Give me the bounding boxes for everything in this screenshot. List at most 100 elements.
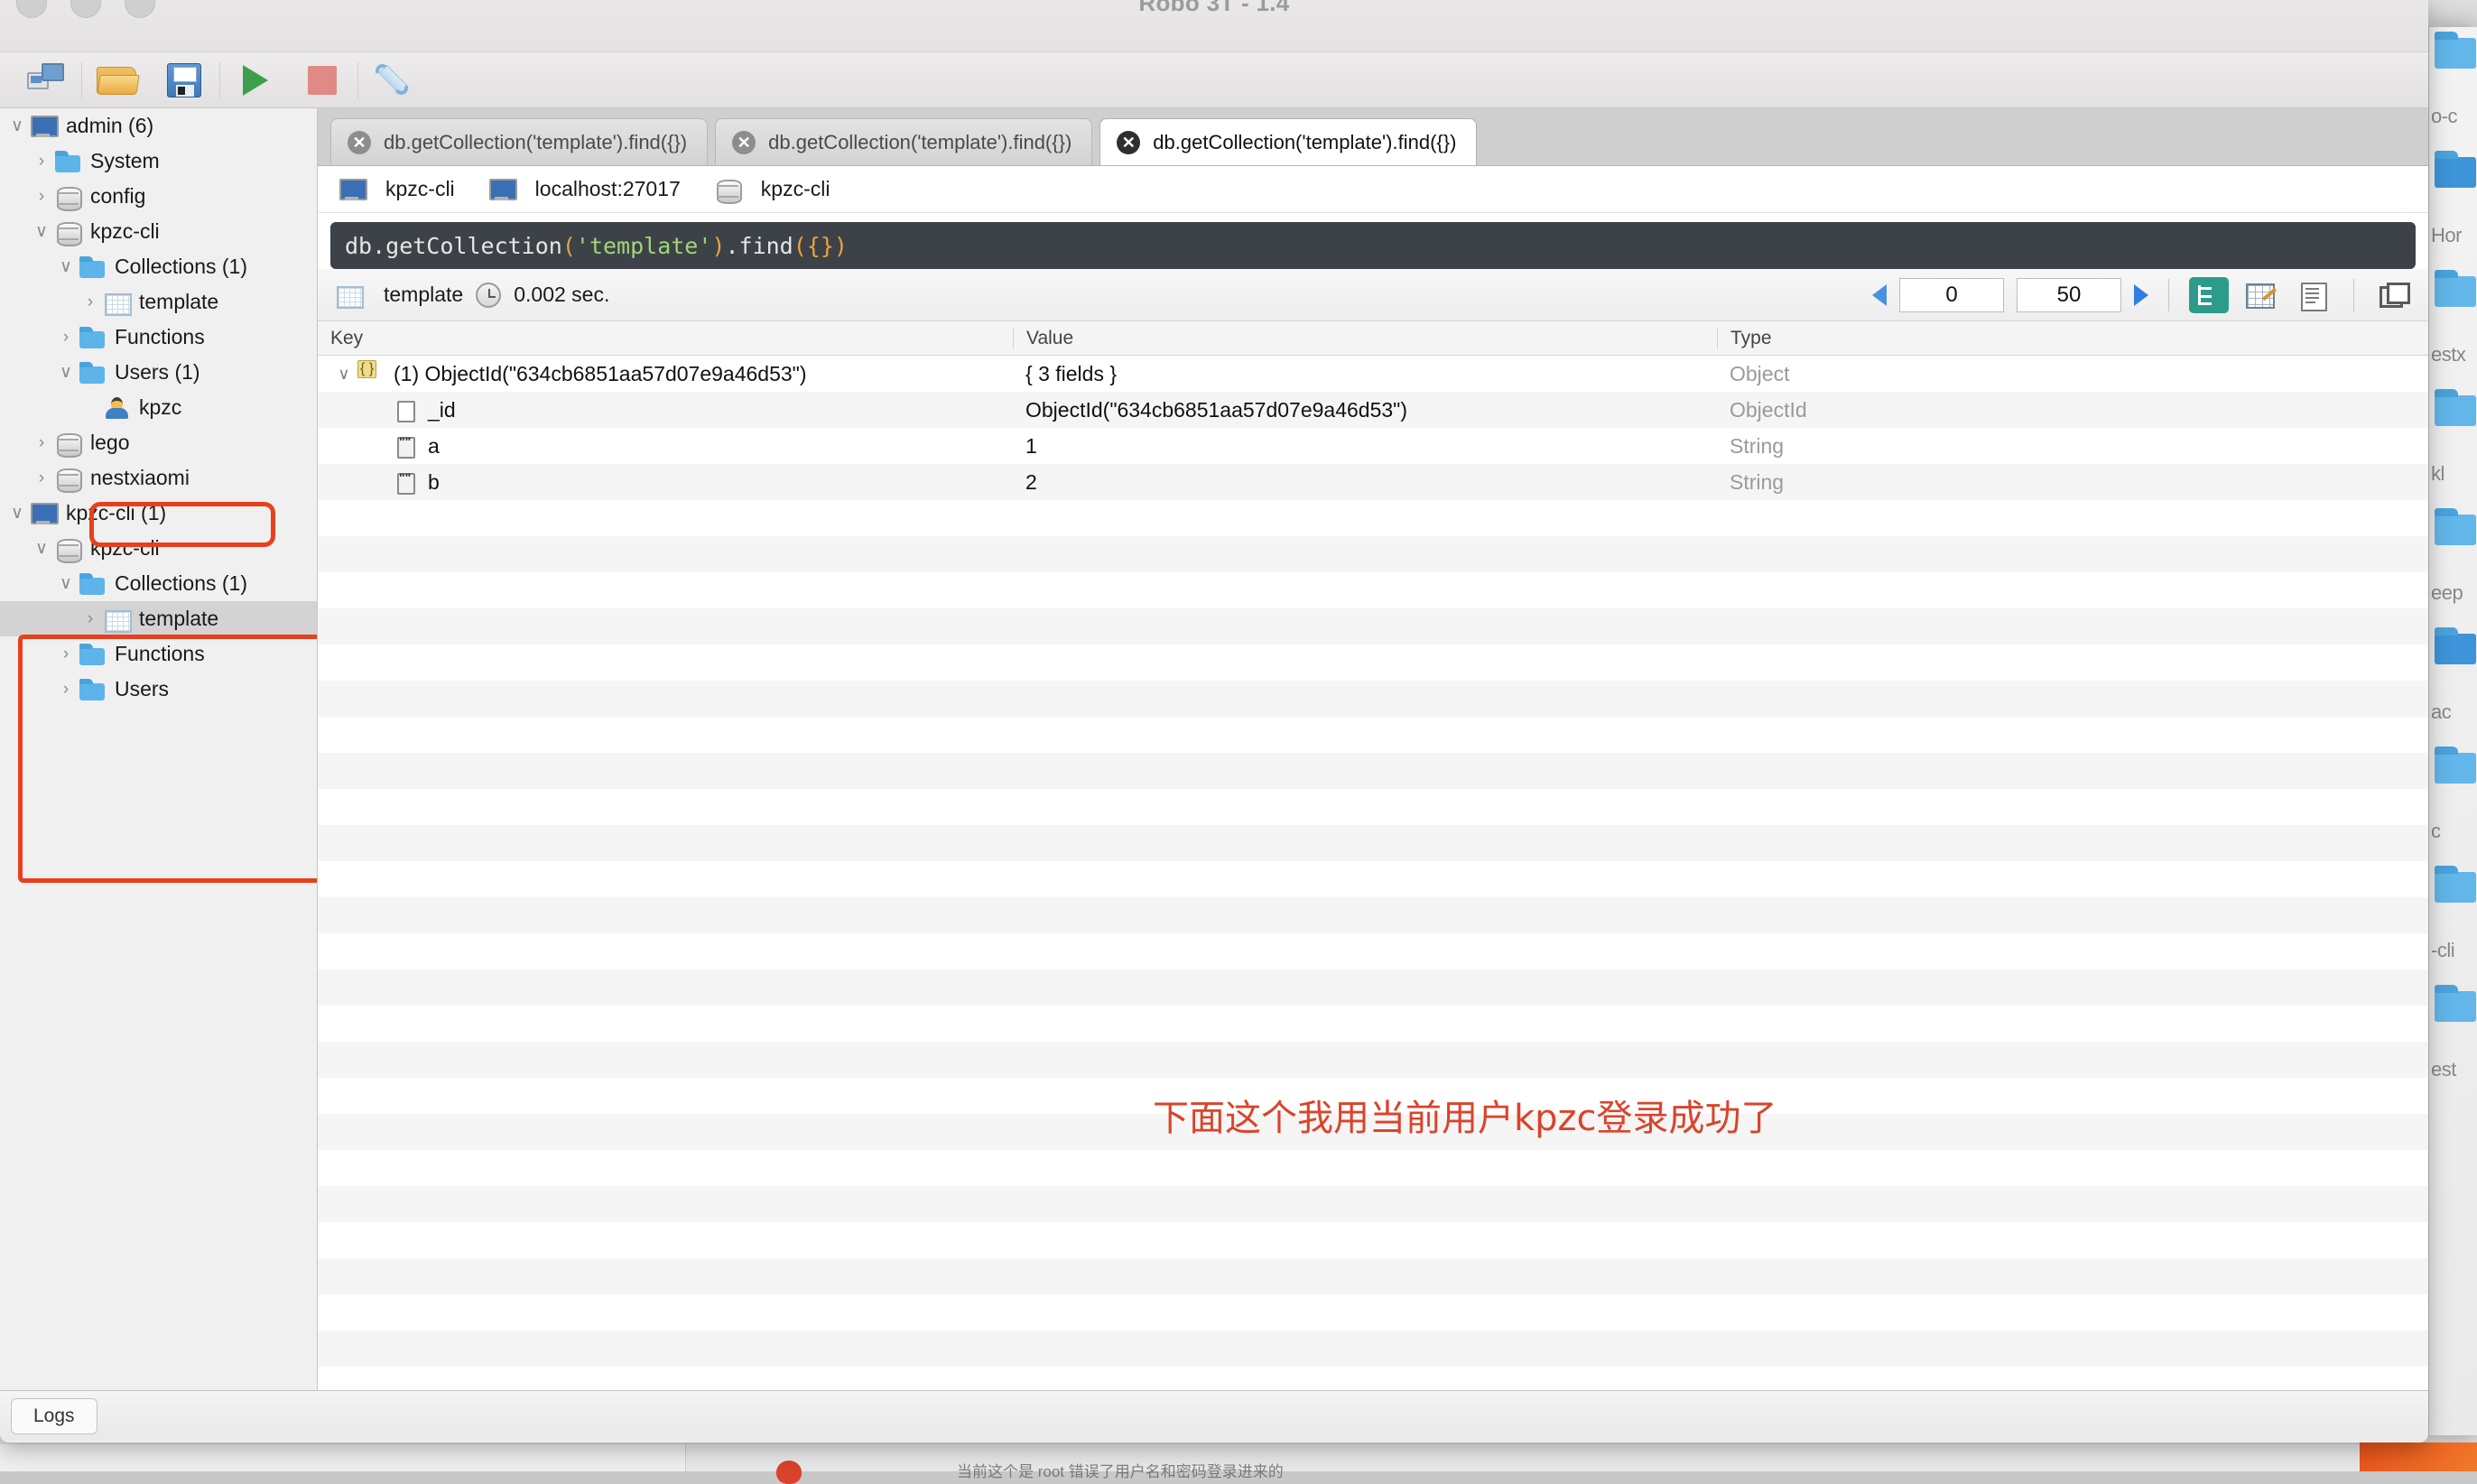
page-start-input[interactable]: 0 — [1899, 278, 2004, 312]
column-header-key[interactable]: Key — [318, 328, 1013, 349]
empty-result-row — [318, 861, 2428, 897]
tree-node-collections-1[interactable]: ∨Collections (1) — [0, 249, 317, 284]
main-split: ∨admin (6)›System›config∨kpzc-cli∨Collec… — [0, 108, 2428, 1390]
tree-node-nestxiaomi[interactable]: ›nestxiaomi — [0, 460, 317, 496]
chevron-right-icon[interactable]: › — [79, 609, 102, 629]
tree-node-users-1[interactable]: ∨Users (1) — [0, 355, 317, 390]
result-key-label: _id — [428, 398, 456, 422]
query-tab-2[interactable]: ✕db.getCollection('template').find({}) — [715, 118, 1092, 165]
logs-button[interactable]: Logs — [11, 1398, 97, 1434]
chevron-right-icon[interactable]: › — [54, 645, 78, 664]
result-row[interactable]: b2String — [318, 464, 2428, 500]
maximize-button[interactable] — [2374, 277, 2414, 313]
chevron-right-icon[interactable]: › — [30, 468, 53, 488]
background-window-right[interactable]: o-c Hor estx kl eep ac c -cli est — [2428, 27, 2477, 1435]
tree-node-users[interactable]: ›Users — [0, 672, 317, 707]
chevron-down-icon[interactable]: ∨ — [54, 573, 78, 594]
database-icon — [53, 467, 82, 490]
connection-name-item[interactable]: kpzc-cli — [338, 177, 455, 201]
folder-icon — [2435, 753, 2476, 784]
table-view-button[interactable] — [2241, 277, 2281, 313]
previous-page-button[interactable] — [1872, 284, 1887, 306]
query-editor[interactable]: db.getCollection('template').find({}) — [330, 222, 2416, 269]
tree-node-system[interactable]: ›System — [0, 144, 317, 179]
tree-node-kpzc-cli[interactable]: ∨kpzc-cli — [0, 214, 317, 249]
result-row[interactable]: a1String — [318, 428, 2428, 464]
chevron-right-icon[interactable]: › — [79, 292, 102, 312]
chevron-down-icon[interactable]: ∨ — [330, 365, 357, 384]
result-table[interactable]: Key Value Type ∨(1) ObjectId("634cb6851a… — [318, 321, 2428, 1390]
tree-node-config[interactable]: ›config — [0, 179, 317, 214]
background-bottom-text: 当前这个是 root 错误了用户名和密码登录进来的 — [957, 1459, 1284, 1481]
tree-node-admin-6[interactable]: ∨admin (6) — [0, 108, 317, 144]
empty-result-row — [318, 1367, 2428, 1390]
query-tab-1[interactable]: ✕db.getCollection('template').find({}) — [330, 118, 708, 165]
tree-node-kpzc-cli-1[interactable]: ∨kpzc-cli (1) — [0, 496, 317, 531]
empty-result-row — [318, 1222, 2428, 1258]
chevron-right-icon[interactable]: › — [54, 680, 78, 700]
close-icon[interactable]: ✕ — [348, 131, 371, 154]
result-collection-label: template — [384, 283, 463, 307]
query-tab-strip[interactable]: ✕db.getCollection('template').find({})✕d… — [318, 108, 2428, 166]
close-icon[interactable]: ✕ — [1117, 131, 1140, 154]
server-icon — [29, 502, 58, 525]
tree-node-collections-1[interactable]: ∨Collections (1) — [0, 566, 317, 601]
tree-node-template[interactable]: ›template — [0, 284, 317, 320]
background-row: o-c — [2429, 87, 2477, 146]
tree-node-lego[interactable]: › lego — [0, 425, 317, 460]
result-rows[interactable]: ∨(1) ObjectId("634cb6851aa57d07e9a46d53"… — [318, 356, 2428, 1390]
query-string-arg: 'template' — [576, 233, 712, 259]
folder-icon — [78, 572, 107, 596]
chevron-right-icon[interactable]: › — [30, 152, 53, 172]
stop-icon — [308, 66, 337, 95]
database-explorer-sidebar[interactable]: ∨admin (6)›System›config∨kpzc-cli∨Collec… — [0, 108, 318, 1390]
user-icon — [102, 396, 131, 420]
tree-node-template[interactable]: ›template — [0, 601, 317, 636]
title-bar[interactable]: Robo 3T - 1.4 — [0, 0, 2428, 52]
chevron-down-icon[interactable]: ∨ — [5, 503, 29, 524]
collection-icon — [102, 291, 131, 314]
result-row[interactable]: ∨(1) ObjectId("634cb6851aa57d07e9a46d53"… — [318, 356, 2428, 392]
background-row: kl — [2429, 444, 2477, 504]
tree-view-button[interactable] — [2189, 277, 2229, 313]
tree-node-label: lego — [90, 431, 129, 455]
result-row[interactable]: _idObjectId("634cb6851aa57d07e9a46d53")O… — [318, 392, 2428, 428]
database-icon — [713, 178, 742, 201]
tree-node-functions[interactable]: ›Functions — [0, 636, 317, 672]
chevron-right-icon[interactable]: › — [30, 433, 53, 453]
database-tree[interactable]: ∨admin (6)›System›config∨kpzc-cli∨Collec… — [0, 108, 317, 707]
background-row — [2429, 27, 2477, 87]
chevron-down-icon[interactable]: ∨ — [54, 362, 78, 383]
toolbar-separator — [2168, 279, 2169, 311]
folder-icon — [53, 150, 82, 173]
host-item[interactable]: localhost:27017 — [487, 177, 681, 201]
tree-node-kpzc-cli[interactable]: ∨kpzc-cli — [0, 531, 317, 566]
connect-button[interactable] — [13, 54, 79, 107]
tree-node-kpzc[interactable]: kpzc — [0, 390, 317, 425]
stop-button[interactable] — [289, 54, 356, 107]
column-header-type[interactable]: Type — [1717, 328, 2428, 349]
open-script-button[interactable] — [84, 54, 151, 107]
chevron-right-icon[interactable]: › — [54, 328, 78, 348]
text-view-button[interactable] — [2294, 277, 2333, 313]
toolbar-separator — [81, 62, 82, 98]
folder-icon — [2435, 38, 2476, 69]
refresh-button[interactable] — [360, 54, 427, 107]
chevron-down-icon[interactable]: ∨ — [30, 221, 53, 242]
execute-button[interactable] — [222, 54, 289, 107]
chevron-down-icon[interactable]: ∨ — [30, 538, 53, 559]
chevron-down-icon[interactable]: ∨ — [5, 116, 29, 136]
background-row — [2429, 742, 2477, 802]
save-script-button[interactable] — [151, 54, 218, 107]
result-type-cell: ObjectId — [1717, 398, 2428, 422]
query-tab-3[interactable]: ✕db.getCollection('template').find({}) — [1099, 118, 1477, 165]
tree-node-functions[interactable]: ›Functions — [0, 320, 317, 355]
database-item[interactable]: kpzc-cli — [713, 177, 830, 201]
close-icon[interactable]: ✕ — [732, 131, 756, 154]
chevron-right-icon[interactable]: › — [30, 187, 53, 207]
empty-result-row — [318, 789, 2428, 825]
page-size-input[interactable]: 50 — [2017, 278, 2121, 312]
chevron-down-icon[interactable]: ∨ — [54, 256, 78, 277]
next-page-button[interactable] — [2134, 284, 2148, 306]
column-header-value[interactable]: Value — [1013, 328, 1717, 349]
